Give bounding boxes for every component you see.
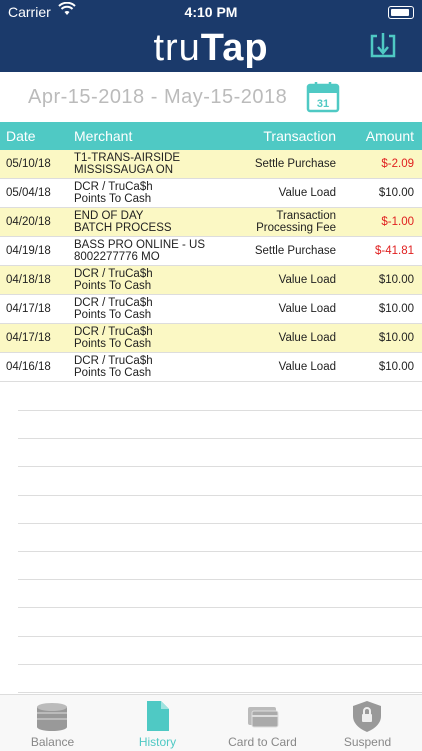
calendar-icon[interactable]: 31: [306, 80, 340, 114]
export-icon[interactable]: [368, 30, 398, 64]
document-icon: [139, 699, 175, 733]
svg-text:31: 31: [317, 98, 329, 110]
tab-card-to-card[interactable]: Card to Card: [210, 695, 315, 751]
row-transaction: Settle Purchase: [254, 158, 336, 170]
empty-row-divider: [18, 579, 422, 580]
table-row[interactable]: 04/17/18 DCR / TruCa$h Points To Cash Value…: [0, 295, 422, 324]
empty-row-divider: [18, 664, 422, 665]
row-date: 04/16/18: [6, 361, 51, 373]
empty-row-divider: [18, 523, 422, 524]
empty-row-divider: [18, 692, 422, 693]
row-transaction: Value Load: [278, 274, 336, 286]
row-merchant: DCR / TruCa$h Points To Cash: [74, 268, 153, 292]
empty-row-divider: [18, 438, 422, 439]
row-transaction: Transaction Processing Fee: [256, 210, 336, 234]
tab-history[interactable]: History: [105, 695, 210, 751]
empty-row-divider: [18, 551, 422, 552]
battery-icon: [388, 6, 414, 19]
table-row[interactable]: 05/04/18 DCR / TruCa$h Points To Cash Value…: [0, 179, 422, 208]
date-range-bar: Apr-15-2018 - May-15-2018 31: [0, 72, 422, 122]
row-merchant: T1-TRANS-AIRSIDE MISSISSAUGA ON: [74, 152, 181, 176]
row-date: 04/17/18: [6, 332, 51, 344]
row-amount: $-2.09: [381, 158, 414, 170]
tab-suspend[interactable]: Suspend: [315, 695, 420, 751]
row-merchant: BASS PRO ONLINE - US 8002277776 MO: [74, 239, 206, 263]
row-transaction: Value Load: [278, 332, 336, 344]
table-row[interactable]: 04/16/18 DCR / TruCa$h Points To Cash Value…: [0, 353, 422, 382]
row-date: 04/17/18: [6, 303, 51, 315]
table-row[interactable]: 04/19/18 BASS PRO ONLINE - US 8002277776 M…: [0, 237, 422, 266]
empty-row-divider: [18, 466, 422, 467]
coins-icon: [34, 699, 70, 733]
row-transaction: Settle Purchase: [254, 245, 336, 257]
status-bar: Carrier 4:10 PM: [0, 0, 422, 24]
row-transaction: Value Load: [278, 361, 336, 373]
row-merchant: DCR / TruCa$h Points To Cash: [74, 355, 153, 379]
shield-lock-icon: [349, 699, 385, 733]
table-row[interactable]: 04/20/18 END OF DAY BATCH PROCESS Transacti…: [0, 208, 422, 237]
empty-row-divider: [18, 636, 422, 637]
empty-row-divider: [18, 410, 422, 411]
row-amount: $10.00: [378, 274, 414, 286]
date-range-text[interactable]: Apr-15-2018 - May-15-2018: [28, 86, 287, 109]
row-merchant: END OF DAY BATCH PROCESS: [74, 210, 172, 234]
empty-row-divider: [18, 495, 422, 496]
row-amount: $10.00: [378, 361, 414, 373]
row-date: 04/20/18: [6, 216, 51, 228]
table-row[interactable]: 05/10/18 T1-TRANS-AIRSIDE MISSISSAUGA ON Se…: [0, 150, 422, 179]
header-date: Date: [6, 128, 36, 144]
row-amount: $10.00: [378, 187, 414, 199]
row-merchant: DCR / TruCa$h Points To Cash: [74, 297, 153, 321]
row-amount: $10.00: [378, 303, 414, 315]
table-row[interactable]: 04/17/18 DCR / TruCa$h Points To Cash Value…: [0, 324, 422, 353]
table-header: Date Merchant Transaction Amount: [0, 122, 422, 150]
row-date: 04/19/18: [6, 245, 51, 257]
row-merchant: DCR / TruCa$h Points To Cash: [74, 326, 153, 350]
header-merchant: Merchant: [74, 128, 133, 144]
clock: 4:10 PM: [184, 4, 238, 20]
transaction-list: 05/10/18 T1-TRANS-AIRSIDE MISSISSAUGA ON Se…: [0, 150, 422, 382]
row-amount: $-1.00: [381, 216, 414, 228]
row-transaction: Value Load: [278, 303, 336, 315]
header-transaction: Transaction: [263, 128, 336, 144]
trutap-logo: truTap: [153, 27, 269, 69]
tab-balance[interactable]: Balance: [0, 695, 105, 751]
row-amount: $-41.81: [374, 245, 414, 257]
row-merchant: DCR / TruCa$h Points To Cash: [74, 181, 153, 205]
row-date: 05/04/18: [6, 187, 51, 199]
app-header: truTap: [0, 24, 422, 72]
row-date: 04/18/18: [6, 274, 51, 286]
row-amount: $10.00: [378, 332, 414, 344]
header-amount: Amount: [365, 128, 414, 144]
cards-icon: [244, 699, 280, 733]
table-row[interactable]: 04/18/18 DCR / TruCa$h Points To Cash Value…: [0, 266, 422, 295]
tab-bar: Balance History Card to Card Suspend: [0, 694, 422, 751]
row-date: 05/10/18: [6, 158, 51, 170]
empty-row-divider: [18, 607, 422, 608]
row-transaction: Value Load: [278, 187, 336, 199]
